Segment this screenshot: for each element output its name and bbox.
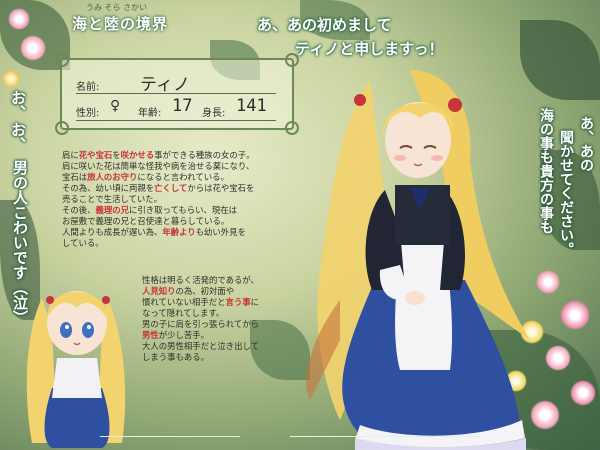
left-dialogue-2: お、: [9, 122, 27, 152]
bio-line: 肩に咲いた花は簡単な怪我や病を治せる薬になり、: [62, 161, 322, 172]
bio-text: 肩に咲いた花は簡単な怪我や病を治せる薬になり、: [62, 161, 255, 171]
name-underline: [76, 93, 276, 94]
stats-underline: [76, 120, 276, 121]
right-dialogue-2: 聞かせてください。: [558, 130, 574, 256]
highlight-text: 男性: [142, 330, 159, 340]
highlight-text: 亡くして: [154, 183, 188, 193]
bio-text: 性格は明るく活発的であるが、: [142, 275, 259, 285]
highlight-text: 言う事: [225, 297, 251, 307]
highlight-text: 義理の兄: [95, 205, 130, 215]
highlight-text: 人見知り: [142, 286, 176, 296]
bottom-divider: [290, 436, 480, 437]
bio-text: 大人の男性相手だと泣き出して: [142, 341, 259, 351]
flower-decoration: [2, 70, 20, 88]
flower-decoration: [560, 300, 590, 330]
bio-line: その為、幼い頃に両親を亡くしてからは花や宝石を: [62, 183, 322, 194]
highlight-text: 旅人のお守り: [87, 172, 138, 182]
personality-text: 性格は明るく活発的であるが、 人見知りの為、初対面や 慣れていない相手だと言う事にな…: [142, 275, 312, 363]
bio-line: 宝石は旅人のお守りになると言われている。: [62, 172, 322, 183]
bio-line: 性格は明るく活発的であるが、: [142, 275, 312, 286]
gender-label: 性別:: [76, 108, 100, 119]
frame-ornament: [285, 53, 299, 67]
highlight-text: 咲かせる: [120, 150, 155, 160]
character-illustration: [306, 70, 530, 450]
bio-text: 人間よりも成長が遅い為、: [62, 227, 163, 237]
bio-line: 大人の男性相手だと泣き出して: [142, 341, 312, 352]
game-title-logo: うみ そら さかい 海と陸の境界: [18, 2, 208, 42]
bio-text: が少し苦手。: [158, 330, 209, 340]
bio-text: からは花や宝石を: [187, 183, 255, 193]
bio-line: 男の子に肩を引っ張られてから: [142, 319, 312, 330]
bio-text: 宝石は: [62, 172, 88, 182]
bio-text: 慣れていない相手だと: [142, 297, 226, 307]
name-label: 名前:: [76, 82, 100, 93]
character-profile-screen: うみ そら さかい 海と陸の境界 あ、あの初めまして ティノと申しますっ！ 名前…: [0, 0, 600, 450]
bio-line: している。: [62, 238, 322, 249]
bio-text: 男の子に肩を引っ張られてから: [142, 319, 259, 329]
frame-ornament: [55, 121, 69, 135]
age-label: 年齢:: [138, 108, 162, 119]
bio-line: 人間よりも成長が遅い為、年齢よりも幼い外見を: [62, 227, 322, 238]
profile-card: 名前: ティノ 性別: ♀ 年齢: 17 身長: 141: [55, 53, 299, 135]
age-value: 17: [172, 96, 193, 116]
bio-text: に: [250, 297, 259, 307]
bio-line: なって隠れてします。: [142, 308, 312, 319]
bottom-divider: [100, 436, 240, 437]
title-ruby-text: うみ そら さかい: [86, 3, 148, 12]
height-value: 141: [236, 96, 267, 116]
bio-text: している。: [62, 238, 104, 248]
bio-line: 男性が少し苦手。: [142, 330, 312, 341]
left-dialogue-1: お、: [9, 90, 27, 120]
bio-text: その後、: [62, 205, 96, 215]
greeting-line-1: あ、あの初めまして: [257, 16, 392, 34]
bio-text: の為、初対面や: [175, 286, 235, 296]
left-dialogue-3: 男の人こわいです（泣）: [11, 160, 29, 325]
bio-text: その為、幼い頃に両親を: [62, 183, 155, 193]
character-name: ティノ: [140, 75, 190, 95]
gender-value: ♀: [110, 96, 121, 116]
bio-text: に引き取ってもらい、現在は: [129, 205, 238, 215]
right-dialogue-1: あ、あの: [578, 116, 594, 172]
chibi-illustration: [26, 291, 126, 448]
highlight-text: 年齢より: [162, 227, 196, 237]
flower-decoration: [570, 380, 596, 406]
right-dialogue-3: 海の事も貴方の事も: [538, 108, 554, 234]
bio-line: 慣れていない相手だと言う事に: [142, 297, 312, 308]
bio-line: その後、義理の兄に引き取ってもらい、現在は: [62, 205, 322, 216]
frame-ornament: [285, 121, 299, 135]
bio-line: しまう事もある。: [142, 352, 312, 363]
bio-line: お屋敷で義理の兄と召使達と暮らしている。: [62, 216, 322, 227]
bio-text: なって隠れてします。: [142, 308, 225, 318]
bio-text: になると言われている。: [137, 172, 229, 182]
bio-text: しまう事もある。: [142, 352, 209, 362]
bio-text: 事ができる種族の女の子。: [154, 150, 255, 160]
biography-text: 肩に花や宝石を咲かせる事ができる種族の女の子。 肩に咲いた花は簡単な怪我や病を治せ…: [62, 150, 322, 249]
bio-text: を: [112, 150, 121, 160]
bio-text: 肩に: [62, 150, 79, 160]
bio-text: も幼い外見を: [195, 227, 246, 237]
bio-line: 肩に花や宝石を咲かせる事ができる種族の女の子。: [62, 150, 322, 161]
bio-text: 売ることで生活していた。: [62, 194, 162, 204]
height-label: 身長:: [202, 108, 226, 119]
frame-ornament: [55, 53, 69, 67]
title-text: 海と陸の境界: [72, 15, 169, 33]
highlight-text: 花や宝石: [78, 150, 113, 160]
bio-line: 人見知りの為、初対面や: [142, 286, 312, 297]
bio-text: お屋敷で義理の兄と召使達と暮らしている。: [62, 216, 230, 226]
bio-line: 売ることで生活していた。: [62, 194, 322, 205]
